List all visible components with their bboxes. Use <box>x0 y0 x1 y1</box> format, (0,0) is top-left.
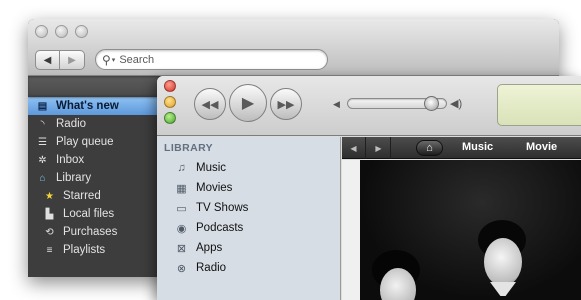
player-toolbar: ◀◀ ▶ ▶▶ ◀ ◀) <box>157 76 581 136</box>
left-arrow-icon: ◀ <box>350 143 357 153</box>
search-input[interactable] <box>119 53 300 66</box>
forward-button[interactable]: ▶ <box>60 50 85 70</box>
close-button[interactable] <box>164 80 176 92</box>
radio-tower-icon: ⊗ <box>176 262 187 275</box>
fast-forward-icon: ▶▶ <box>277 98 295 111</box>
source-item-label: TV Shows <box>196 202 249 214</box>
store-back-button[interactable]: ◀ <box>342 137 366 159</box>
local-files-icon: ▙ <box>45 208 54 220</box>
front-window-controls <box>164 80 176 124</box>
source-item-label: Radio <box>196 262 227 274</box>
tab-movies[interactable]: Movie <box>526 141 557 153</box>
sidebar-item-purchases[interactable]: ⟲ Purchases <box>28 223 158 241</box>
source-item-podcasts[interactable]: ◉ Podcasts <box>157 218 340 238</box>
sidebar-item-starred[interactable]: ★ Starred <box>28 187 158 205</box>
sidebar-item-radio[interactable]: ◝ Radio <box>28 115 158 133</box>
sidebar-item-label: Inbox <box>56 154 85 166</box>
source-item-apps[interactable]: ⊠ Apps <box>157 238 340 258</box>
person-right-collar <box>490 282 516 296</box>
store-nav-bar: ◀ ▶ ⌂ Music Movie <box>342 137 581 159</box>
search-icon: ⚲ <box>102 52 111 67</box>
user-profile-strip[interactable] <box>28 77 158 97</box>
music-note-icon: ♫ <box>177 162 186 174</box>
volume-high-icon: ◀) <box>450 98 463 110</box>
library-icon: ⌂ <box>39 172 46 184</box>
sidebar-item-label: Radio <box>56 118 87 130</box>
podcast-icon: ◉ <box>176 222 187 235</box>
sidebar-item-label: Play queue <box>56 136 114 148</box>
sidebar-item-whats-new[interactable]: ▤ What's new <box>28 97 158 115</box>
sidebar-item-label: What's new <box>56 100 119 112</box>
back-minimize-button[interactable] <box>55 25 68 38</box>
minimize-button[interactable] <box>164 96 176 108</box>
back-zoom-button[interactable] <box>75 25 88 38</box>
previous-track-button[interactable]: ◀◀ <box>194 88 226 120</box>
store-home-button[interactable]: ⌂ <box>416 140 443 156</box>
next-track-button[interactable]: ▶▶ <box>270 88 302 120</box>
inbox-icon: ✲ <box>38 154 47 166</box>
right-arrow-icon: ▶ <box>375 143 382 153</box>
radio-icon: ◝ <box>40 118 45 130</box>
sidebar-item-label: Local files <box>63 208 115 220</box>
source-item-tv-shows[interactable]: ▭ TV Shows <box>157 198 340 218</box>
source-item-label: Apps <box>196 242 223 254</box>
status-display <box>497 84 581 126</box>
play-button[interactable]: ▶ <box>229 84 267 122</box>
library-heading: LIBRARY <box>164 142 214 154</box>
store-forward-button[interactable]: ▶ <box>367 137 391 159</box>
star-icon: ★ <box>45 190 54 202</box>
tab-music[interactable]: Music <box>462 141 493 153</box>
sidebar-item-library[interactable]: ⌂ Library <box>28 169 158 187</box>
sidebar-item-playlists[interactable]: ≡ Playlists <box>28 241 158 259</box>
back-sidebar: ▤ What's new ◝ Radio ☰ Play queue ✲ Inbo… <box>28 77 158 277</box>
back-titlebar: ◀ ▶ ⚲ ▾ <box>28 19 559 76</box>
play-icon: ▶ <box>241 95 255 112</box>
sidebar-item-play-queue[interactable]: ☰ Play queue <box>28 133 158 151</box>
source-item-music[interactable]: ♫ Music <box>157 158 340 178</box>
source-item-label: Podcasts <box>196 222 244 234</box>
zoom-button[interactable] <box>164 112 176 124</box>
play-queue-icon: ☰ <box>38 136 47 148</box>
sidebar-item-inbox[interactable]: ✲ Inbox <box>28 151 158 169</box>
playlists-icon: ≡ <box>46 244 53 256</box>
sidebar-item-label: Playlists <box>63 244 106 256</box>
film-icon: ▦ <box>176 182 187 195</box>
search-options-icon[interactable]: ▾ <box>112 56 116 64</box>
back-button[interactable]: ◀ <box>35 50 60 70</box>
whats-new-icon: ▤ <box>37 100 48 112</box>
volume-slider[interactable] <box>347 96 447 111</box>
sidebar-item-label: Starred <box>63 190 101 202</box>
home-icon: ⌂ <box>426 142 433 154</box>
rewind-icon: ◀◀ <box>201 98 219 111</box>
sidebar-item-label: Purchases <box>63 226 118 238</box>
back-window-controls <box>35 25 88 38</box>
tv-icon: ▭ <box>176 202 187 215</box>
search-field[interactable]: ⚲ ▾ <box>95 49 328 70</box>
band-photo <box>360 160 581 300</box>
source-item-label: Music <box>196 162 227 174</box>
source-item-label: Movies <box>196 182 233 194</box>
person-right-face <box>484 238 522 286</box>
sidebar-item-label: Library <box>56 172 92 184</box>
back-arrow-icon: ◀ <box>43 54 52 66</box>
source-item-movies[interactable]: ▦ Movies <box>157 178 340 198</box>
back-forward-nav: ◀ ▶ <box>35 50 85 70</box>
forward-arrow-icon: ▶ <box>68 54 76 66</box>
source-list: LIBRARY ♫ Music ▦ Movies ▭ TV Shows ◉ Po… <box>157 137 341 300</box>
source-item-radio[interactable]: ⊗ Radio <box>157 258 340 278</box>
back-close-button[interactable] <box>35 25 48 38</box>
volume-low-icon: ◀ <box>333 99 340 109</box>
featured-photo[interactable] <box>342 160 581 300</box>
apps-icon: ⊠ <box>176 242 187 255</box>
sidebar-item-local-files[interactable]: ▙ Local files <box>28 205 158 223</box>
front-app-window: ◀◀ ▶ ▶▶ ◀ ◀) LIBRARY ♫ Music ▦ Movies ▭ … <box>157 76 581 300</box>
volume-slider-knob[interactable] <box>424 96 439 111</box>
purchases-icon: ⟲ <box>45 226 54 238</box>
